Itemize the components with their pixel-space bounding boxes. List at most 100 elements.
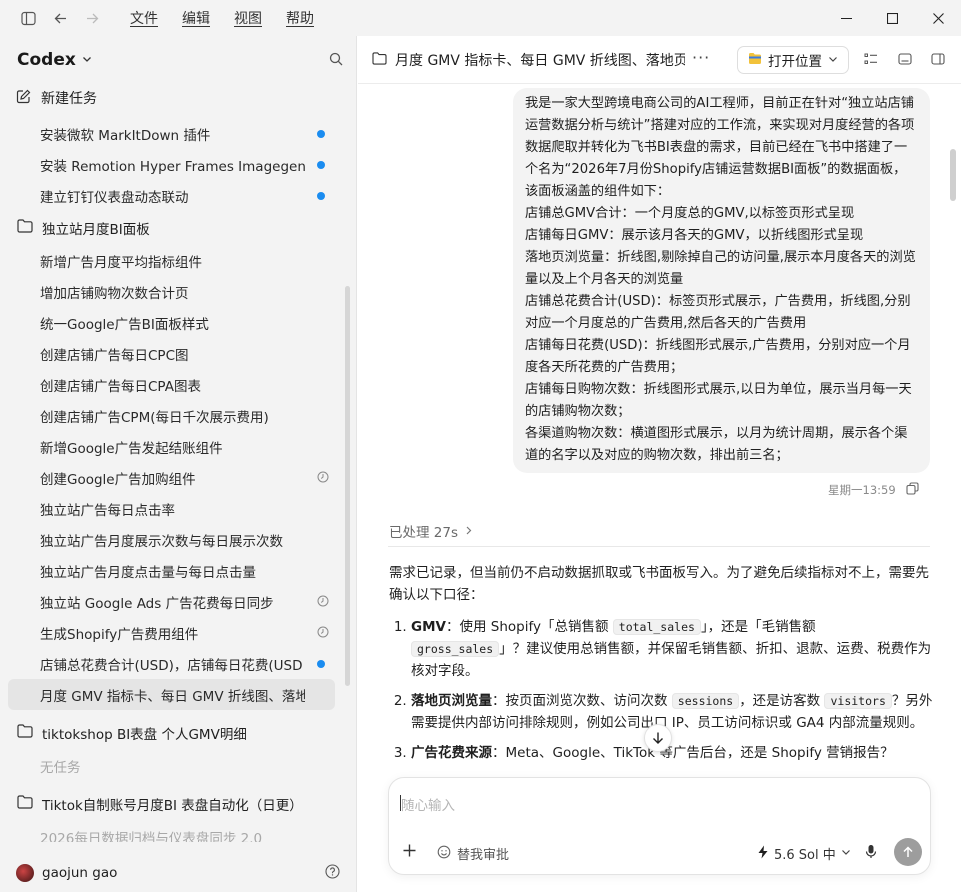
- sidebar-task-item-faded[interactable]: 2026每日数据归档与仪表盘同步 2.0: [0, 821, 345, 843]
- copy-icon[interactable]: [906, 482, 919, 498]
- sidebar-toggle-icon: [20, 10, 36, 26]
- user-name: gaojun gao: [42, 865, 118, 881]
- menu-edit[interactable]: 编辑: [170, 8, 222, 28]
- search-icon[interactable]: [329, 52, 343, 70]
- item-text: 」，还是「毛销售额: [700, 619, 816, 635]
- list-item: GMV：使用 Shopify「总销售额 total_sales」，还是「毛销售额…: [411, 616, 934, 682]
- project-group[interactable]: tiktokshop BI表盘 个人GMV明细: [0, 716, 345, 750]
- item-text: ：按页面浏览次数、访问次数: [492, 693, 672, 709]
- side-panel-icon[interactable]: [931, 52, 945, 70]
- message-composer[interactable]: 随心输入 替我审批 5.6 Sol 中: [388, 777, 931, 875]
- model-label: 5.6 Sol 中: [774, 848, 836, 863]
- folder-icon: [17, 795, 33, 813]
- sidebar-task-item[interactable]: 独立站广告月度展示次数与每日展示次数: [0, 524, 345, 555]
- menu-view[interactable]: 视图: [222, 8, 274, 28]
- more-options-icon[interactable]: ···: [692, 48, 710, 67]
- chevron-down-icon[interactable]: [82, 53, 92, 68]
- task-label: 独立站广告月度展示次数与每日展示次数: [40, 533, 283, 550]
- menu-file[interactable]: 文件: [118, 8, 170, 28]
- back-button[interactable]: [44, 0, 76, 36]
- sidebar-task-item[interactable]: 建立钉钉仪表盘动态联动: [0, 180, 345, 211]
- sidebar-task-item[interactable]: 店铺总花费合计(USD)，店铺每日花费(USD: [0, 648, 345, 679]
- sidebar-task-item[interactable]: 创建店铺广告每日CPC图: [0, 338, 345, 369]
- user-message-bubble: 我是一家大型跨境电商公司的AI工程师，目前正在针对“独立站店铺运营数据分析与统计…: [513, 88, 930, 473]
- help-icon[interactable]: [325, 864, 340, 883]
- processed-toggle[interactable]: 已处理 27s: [389, 521, 473, 541]
- task-label: 统一Google广告BI面板样式: [40, 316, 209, 333]
- send-button[interactable]: [894, 838, 922, 866]
- sidebar-task-item[interactable]: 独立站广告每日点击率: [0, 493, 345, 524]
- message-line: 我是一家大型跨境电商公司的AI工程师，目前正在针对“独立站店铺运营数据分析与统计…: [525, 96, 915, 199]
- list-item: 广告花费来源：Meta、Google、TikTok 等广告后台，还是 Shopi…: [411, 742, 934, 764]
- forward-button[interactable]: [76, 0, 108, 36]
- sidebar-task-item[interactable]: 创建Google广告加购组件: [0, 462, 345, 493]
- sidebar-task-item[interactable]: 独立站 Google Ads 广告花费每日同步: [0, 586, 345, 617]
- project-group[interactable]: 独立站月度BI面板: [0, 211, 345, 245]
- task-label: 独立站广告每日点击率: [40, 502, 175, 519]
- sidebar-task-item[interactable]: 独立站广告月度点击量与每日点击量: [0, 555, 345, 586]
- minimize-button[interactable]: [823, 0, 869, 36]
- microphone-icon[interactable]: [865, 844, 877, 863]
- title-bar: 文件 编辑 视图 帮助: [0, 0, 961, 36]
- open-location-button[interactable]: 打开位置: [737, 46, 849, 74]
- task-label: 建立钉钉仪表盘动态联动: [40, 189, 189, 206]
- sidebar-task-item[interactable]: 新增Google广告发起结账组件: [0, 431, 345, 462]
- item-heading: 落地页浏览量: [411, 693, 492, 709]
- message-line: 店铺总GMV合计：一个月度总的GMV,以标签页形式呈现: [525, 206, 855, 221]
- task-label: 创建店铺广告每日CPA图表: [40, 378, 201, 395]
- project-group[interactable]: Tiktok自制账号月度BI 表盘自动化（日更）: [0, 787, 345, 821]
- sidebar-scrollbar[interactable]: [345, 286, 350, 686]
- sidebar-task-item[interactable]: 增加店铺购物次数合计页: [0, 276, 345, 307]
- toggle-sidebar-button[interactable]: [12, 0, 44, 36]
- message-line: 落地页浏览量：折线图,剔除掉自己的访问量,展示本月度各天的浏览量以及上个月各天的…: [525, 250, 916, 287]
- sidebar-task-item[interactable]: 创建店铺广告CPM(每日千次展示费用): [0, 400, 345, 431]
- sidebar-task-item[interactable]: 安装微软 MarkItDown 插件: [0, 118, 345, 149]
- sidebar-task-item[interactable]: 统一Google广告BI面板样式: [0, 307, 345, 338]
- message-line: 店铺每日GMV：展示该月各天的GMV，以折线图形式呈现: [525, 228, 864, 243]
- close-icon: [932, 12, 944, 24]
- arrow-left-icon: [52, 10, 68, 26]
- chat-area: 我是一家大型跨境电商公司的AI工程师，目前正在针对“独立站店铺运营数据分析与统计…: [358, 85, 961, 775]
- inline-code: sessions: [671, 693, 740, 709]
- close-button[interactable]: [915, 0, 961, 36]
- composer-input[interactable]: 随心输入: [401, 794, 455, 814]
- arrow-up-icon: [903, 846, 913, 857]
- auto-approve-button[interactable]: 替我审批: [437, 844, 509, 863]
- terminal-panel-icon[interactable]: [898, 52, 912, 70]
- maximize-icon: [886, 12, 898, 24]
- sidebar-task-item[interactable]: 新增广告月度平均指标组件: [0, 245, 345, 276]
- scroll-to-bottom-button[interactable]: [644, 724, 672, 752]
- app-name[interactable]: Codex: [17, 50, 76, 70]
- menu-help[interactable]: 帮助: [274, 8, 326, 28]
- sidebar-task-item-active[interactable]: 月度 GMV 指标卡、每日 GMV 折线图、落地页: [8, 679, 335, 710]
- unread-dot: [317, 130, 325, 138]
- model-selector[interactable]: 5.6 Sol 中: [757, 844, 851, 863]
- smile-icon: [437, 845, 451, 863]
- sidebar-task-item[interactable]: 创建店铺广告每日CPA图表: [0, 369, 345, 400]
- conversation-title: 月度 GMV 指标卡、每日 GMV 折线图、落地页: [395, 53, 685, 69]
- inline-code: gross_sales: [411, 641, 500, 657]
- inline-code: visitors: [824, 693, 892, 709]
- clock-icon: [317, 595, 329, 611]
- reply-intro: 需求已记录，但当前仍不启动数据抓取或飞书面板写入。为了避免后续指标对不上，需要先…: [389, 565, 929, 603]
- menu-bar: 文件 编辑 视图 帮助: [118, 8, 326, 28]
- open-location-label: 打开位置: [768, 54, 822, 70]
- new-task-button[interactable]: 新建任务: [16, 88, 97, 108]
- task-label: 安装 Remotion Hyper Frames Imagegen: [40, 158, 306, 175]
- add-attachment-icon[interactable]: [402, 843, 417, 862]
- message-line: 店铺总花费合计(USD)：标签页形式展示，广告费用，折线图,分别对应一个月度总的…: [525, 294, 911, 331]
- chat-scrollbar[interactable]: [950, 149, 956, 201]
- processed-label: 已处理 27s: [389, 525, 459, 541]
- user-profile[interactable]: gaojun gao: [0, 854, 357, 892]
- sidebar-task-item[interactable]: 生成Shopify广告费用组件: [0, 617, 345, 648]
- message-meta: 星期一13:59: [828, 482, 919, 498]
- folder-color-icon: [748, 52, 762, 69]
- avatar: [16, 864, 34, 882]
- clock-icon: [317, 471, 329, 487]
- conversation-header: 月度 GMV 指标卡、每日 GMV 折线图、落地页 ··· 打开位置: [358, 36, 961, 84]
- arrow-right-icon: [84, 10, 100, 26]
- maximize-button[interactable]: [869, 0, 915, 36]
- folder-icon: [372, 52, 387, 69]
- sidebar-task-item[interactable]: 安装 Remotion Hyper Frames Imagegen: [0, 149, 345, 180]
- list-view-icon[interactable]: [864, 52, 878, 70]
